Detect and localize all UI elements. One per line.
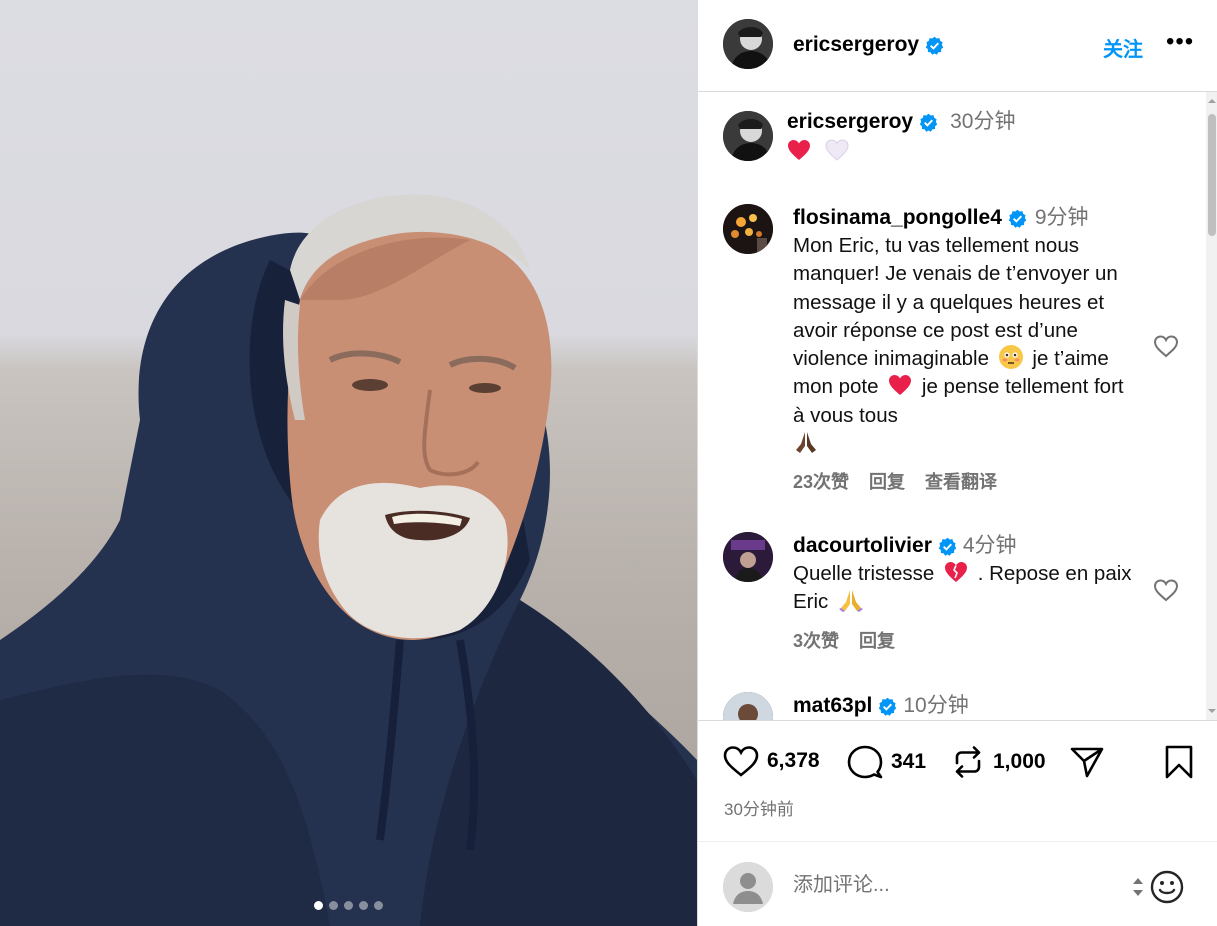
- scroll-down-arrow-icon[interactable]: [1207, 706, 1217, 716]
- carousel-dot[interactable]: [329, 901, 338, 910]
- comment-text: Quelle tristesse . Repose en paix Eric: [793, 560, 1138, 617]
- carousel-dot[interactable]: [374, 901, 383, 910]
- like-count[interactable]: 6,378: [767, 749, 820, 773]
- comment-username[interactable]: mat63pl: [793, 692, 872, 720]
- repost-count[interactable]: 1,000: [993, 750, 1046, 774]
- white-heart-emoji-icon: [825, 139, 849, 161]
- caption-body: ericsergeroy 30分钟: [787, 108, 1132, 166]
- follow-button[interactable]: 关注: [1103, 33, 1143, 62]
- more-icon[interactable]: •••: [1166, 30, 1194, 54]
- like-action[interactable]: 6,378: [723, 745, 820, 777]
- comment-header: flosinama_pongolle4 9分钟: [793, 204, 1138, 232]
- comment-text-part: Quelle tristesse: [793, 562, 935, 585]
- avatar-image: [723, 532, 773, 582]
- comment-username[interactable]: flosinama_pongolle4: [793, 204, 1002, 232]
- caption-text: [787, 138, 1132, 166]
- caption-time[interactable]: 30分钟: [950, 108, 1015, 136]
- share-action[interactable]: [1069, 745, 1105, 779]
- author-avatar[interactable]: [723, 19, 773, 69]
- verified-badge-icon: [925, 36, 944, 55]
- folded-hands-emoji-icon: [839, 590, 864, 613]
- comment-body: flosinama_pongolle4 9分钟 Mon Eric, tu vas…: [793, 204, 1138, 494]
- carousel-dots: [0, 901, 697, 910]
- verified-badge-icon: [879, 697, 897, 716]
- verified-badge-icon: [1008, 209, 1027, 228]
- avatar[interactable]: [723, 692, 773, 720]
- carousel-dot[interactable]: [344, 901, 353, 910]
- verified-badge-icon: [919, 113, 938, 132]
- comments-list[interactable]: ericsergeroy 30分钟 flosinama_pongolle4 9分…: [698, 92, 1217, 720]
- avatar[interactable]: [723, 204, 773, 254]
- post-actions: 6,378 341 1,000 30分钟前: [698, 720, 1217, 926]
- comment-body: mat63pl 10分钟: [793, 692, 1138, 720]
- comment-username[interactable]: dacourtolivier: [793, 532, 932, 560]
- default-avatar-icon: [723, 862, 773, 912]
- scroll-up-arrow-icon[interactable]: [1207, 96, 1217, 106]
- comment-like-count[interactable]: 23次赞: [793, 468, 849, 494]
- post-panel: ericsergeroy 关注 ••• ericsergeroy 30分钟 fl…: [697, 0, 1217, 926]
- reply-button[interactable]: 回复: [859, 627, 895, 653]
- post-header: ericsergeroy 关注 •••: [698, 0, 1217, 92]
- comment-like-count[interactable]: 3次赞: [793, 627, 839, 653]
- bookmark-icon[interactable]: [1164, 745, 1194, 779]
- broken-heart-emoji-icon: [944, 562, 967, 582]
- heart-icon[interactable]: [723, 745, 759, 777]
- caption-header: ericsergeroy 30分钟: [787, 108, 1132, 136]
- translate-button[interactable]: 查看翻译: [925, 468, 997, 494]
- comment-time[interactable]: 4分钟: [963, 532, 1017, 560]
- posted-time[interactable]: 30分钟前: [724, 795, 794, 820]
- comment-text: Mon Eric, tu vas tellement nous manquer!…: [793, 232, 1138, 458]
- comment-time[interactable]: 10分钟: [903, 692, 968, 720]
- folded-hands-emoji-icon: [796, 432, 816, 454]
- verified-badge-icon: [938, 537, 957, 556]
- comment-header: mat63pl 10分钟: [793, 692, 1138, 720]
- share-icon[interactable]: [1069, 745, 1105, 779]
- comment-icon[interactable]: [847, 745, 883, 779]
- scrollbar-thumb[interactable]: [1208, 114, 1216, 236]
- add-comment-bar: [698, 841, 1217, 926]
- repost-icon[interactable]: [951, 745, 985, 779]
- reply-button[interactable]: 回复: [869, 468, 905, 494]
- red-heart-emoji-icon: [788, 140, 810, 160]
- avatar[interactable]: [723, 111, 773, 161]
- comment-meta: 3次赞 回复: [793, 627, 1138, 653]
- comments-scrollbar[interactable]: [1206, 92, 1217, 720]
- author-username-text[interactable]: ericsergeroy: [793, 33, 919, 57]
- repost-action[interactable]: 1,000: [951, 745, 1046, 779]
- carousel-dot[interactable]: [359, 901, 368, 910]
- flushed-face-emoji-icon: [998, 345, 1023, 370]
- emoji-icon[interactable]: [1150, 870, 1184, 904]
- avatar-image: [723, 111, 773, 161]
- author-username[interactable]: ericsergeroy: [793, 33, 944, 57]
- comment-header: dacourtolivier 4分钟: [793, 532, 1138, 560]
- post-photo[interactable]: [0, 0, 697, 926]
- save-action[interactable]: [1164, 745, 1194, 779]
- comment-body: dacourtolivier 4分钟 Quelle tristesse . Re…: [793, 532, 1138, 653]
- carousel-dot[interactable]: [314, 901, 323, 910]
- avatar[interactable]: [723, 532, 773, 582]
- heart-icon[interactable]: [1153, 578, 1179, 602]
- avatar-image: [723, 692, 773, 720]
- avatar-image: [723, 204, 773, 254]
- comment-meta: 23次赞 回复 查看翻译: [793, 468, 1138, 494]
- sort-icon[interactable]: [1131, 872, 1145, 902]
- comment-action[interactable]: 341: [847, 745, 926, 779]
- comment-input[interactable]: [793, 874, 1113, 897]
- heart-icon[interactable]: [1153, 334, 1179, 358]
- comment-time[interactable]: 9分钟: [1035, 204, 1089, 232]
- author-avatar-image: [723, 19, 773, 69]
- comment-count[interactable]: 341: [891, 750, 926, 774]
- portrait-image: [0, 194, 697, 926]
- caption-username[interactable]: ericsergeroy: [787, 108, 913, 136]
- red-heart-emoji-icon: [889, 375, 912, 396]
